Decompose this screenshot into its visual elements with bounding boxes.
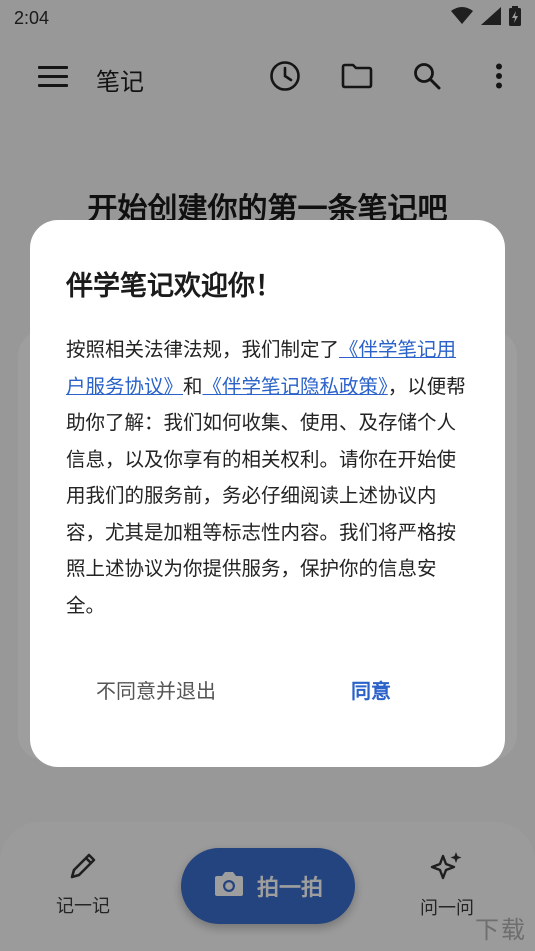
privacy-dialog: 伴学笔记欢迎你！ 按照相关法律法规，我们制定了《伴学笔记用户服务协议》和《伴学笔… <box>30 220 505 767</box>
disagree-exit-button[interactable]: 不同意并退出 <box>96 675 216 704</box>
agree-button[interactable]: 同意 <box>351 675 391 704</box>
dialog-text-and: 和 <box>183 374 203 398</box>
dialog-body: 按照相关法律法规，我们制定了《伴学笔记用户服务协议》和《伴学笔记隐私政策》，以便… <box>66 332 470 624</box>
privacy-policy-link[interactable]: 《伴学笔记隐私政策》 <box>203 375 388 398</box>
dialog-text-intro: 按照相关法律法规，我们制定了 <box>66 338 340 361</box>
dialog-text-details: ，以便帮助你了解：我们如何收集、使用、及存储个人信息，以及你享有的相关权利。请你… <box>66 374 466 617</box>
dialog-title: 伴学笔记欢迎你！ <box>66 271 282 302</box>
